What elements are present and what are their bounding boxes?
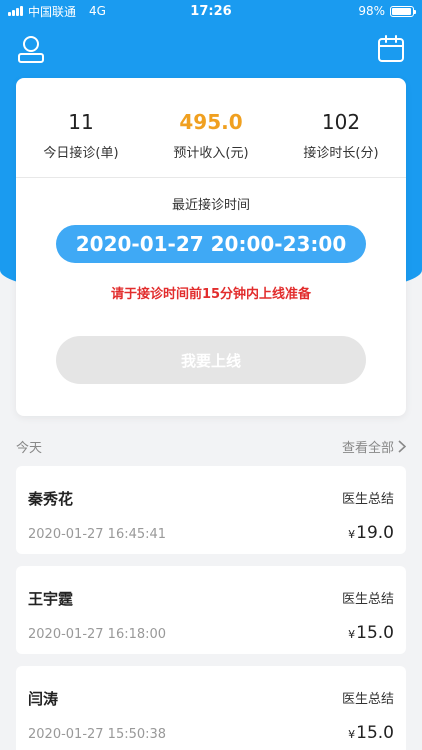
go-online-button[interactable]: 我要上线 (56, 336, 366, 384)
network: 4G (89, 4, 106, 18)
see-all-label: 查看全部 (341, 440, 394, 456)
stat-label: 预计收入(元) (173, 146, 249, 161)
today-label: 今天 (16, 440, 43, 456)
consult-fee: ¥19.0 (348, 523, 394, 543)
patient-name: 秦秀花 (28, 490, 74, 508)
doctor-summary-tag[interactable]: 医生总结 (342, 588, 394, 609)
consultation-item[interactable]: 秦秀花 医生总结 2020-01-27 16:45:41 ¥19.0 (16, 466, 406, 554)
stat-value: 102 (321, 110, 361, 134)
today-section-header: 今天 查看全部 (16, 436, 406, 456)
consultation-item[interactable]: 闫涛 医生总结 2020-01-27 15:50:38 ¥15.0 (16, 666, 406, 750)
consult-datetime: 2020-01-27 16:18:00 (28, 627, 167, 642)
see-all-link[interactable]: 查看全部 (342, 437, 406, 456)
doctor-summary-tag[interactable]: 医生总结 (342, 488, 394, 509)
chevron-right-icon (398, 439, 406, 453)
status-bar: 中国联通 4G 17:26 98% (0, 0, 422, 22)
stat-value: 495.0 (179, 110, 243, 134)
stat-value: 11 (68, 110, 94, 134)
consult-fee: ¥15.0 (348, 623, 394, 643)
recent-time-range: 2020-01-27 20:00-23:00 (56, 225, 366, 263)
stats-row: 11 今日接诊(单) 495.0 预计收入(元) 102 接诊时长(分) (16, 78, 406, 178)
clock: 17:26 (190, 3, 232, 19)
recent-time-title: 最近接诊时间 (171, 198, 250, 213)
doctor-summary-tag[interactable]: 医生总结 (342, 688, 394, 709)
battery-percent: 98% (358, 4, 385, 18)
patient-name: 闫涛 (28, 690, 59, 708)
online-warning: 请于接诊时间前15分钟内上线准备 (110, 287, 312, 302)
stat-label: 接诊时长(分) (303, 146, 379, 161)
stat-label: 今日接诊(单) (43, 146, 119, 161)
consult-fee: ¥15.0 (348, 723, 394, 743)
stat-consult-duration: 102 接诊时长(分) (276, 78, 406, 177)
carrier: 中国联通 (28, 4, 77, 19)
calendar-icon[interactable] (376, 34, 406, 64)
consult-datetime: 2020-01-27 16:45:41 (28, 527, 167, 542)
stat-expected-income: 495.0 预计收入(元) (146, 78, 276, 177)
patient-name: 王宇霆 (28, 590, 74, 608)
summary-card: 11 今日接诊(单) 495.0 预计收入(元) 102 接诊时长(分) 最近接… (16, 78, 406, 416)
signal-icon (8, 6, 23, 16)
battery-icon (390, 5, 416, 17)
consultation-item[interactable]: 王宇霆 医生总结 2020-01-27 16:18:00 ¥15.0 (16, 566, 406, 654)
user-icon[interactable] (16, 34, 46, 64)
stat-today-consults: 11 今日接诊(单) (16, 78, 146, 177)
consult-datetime: 2020-01-27 15:50:38 (28, 727, 167, 742)
